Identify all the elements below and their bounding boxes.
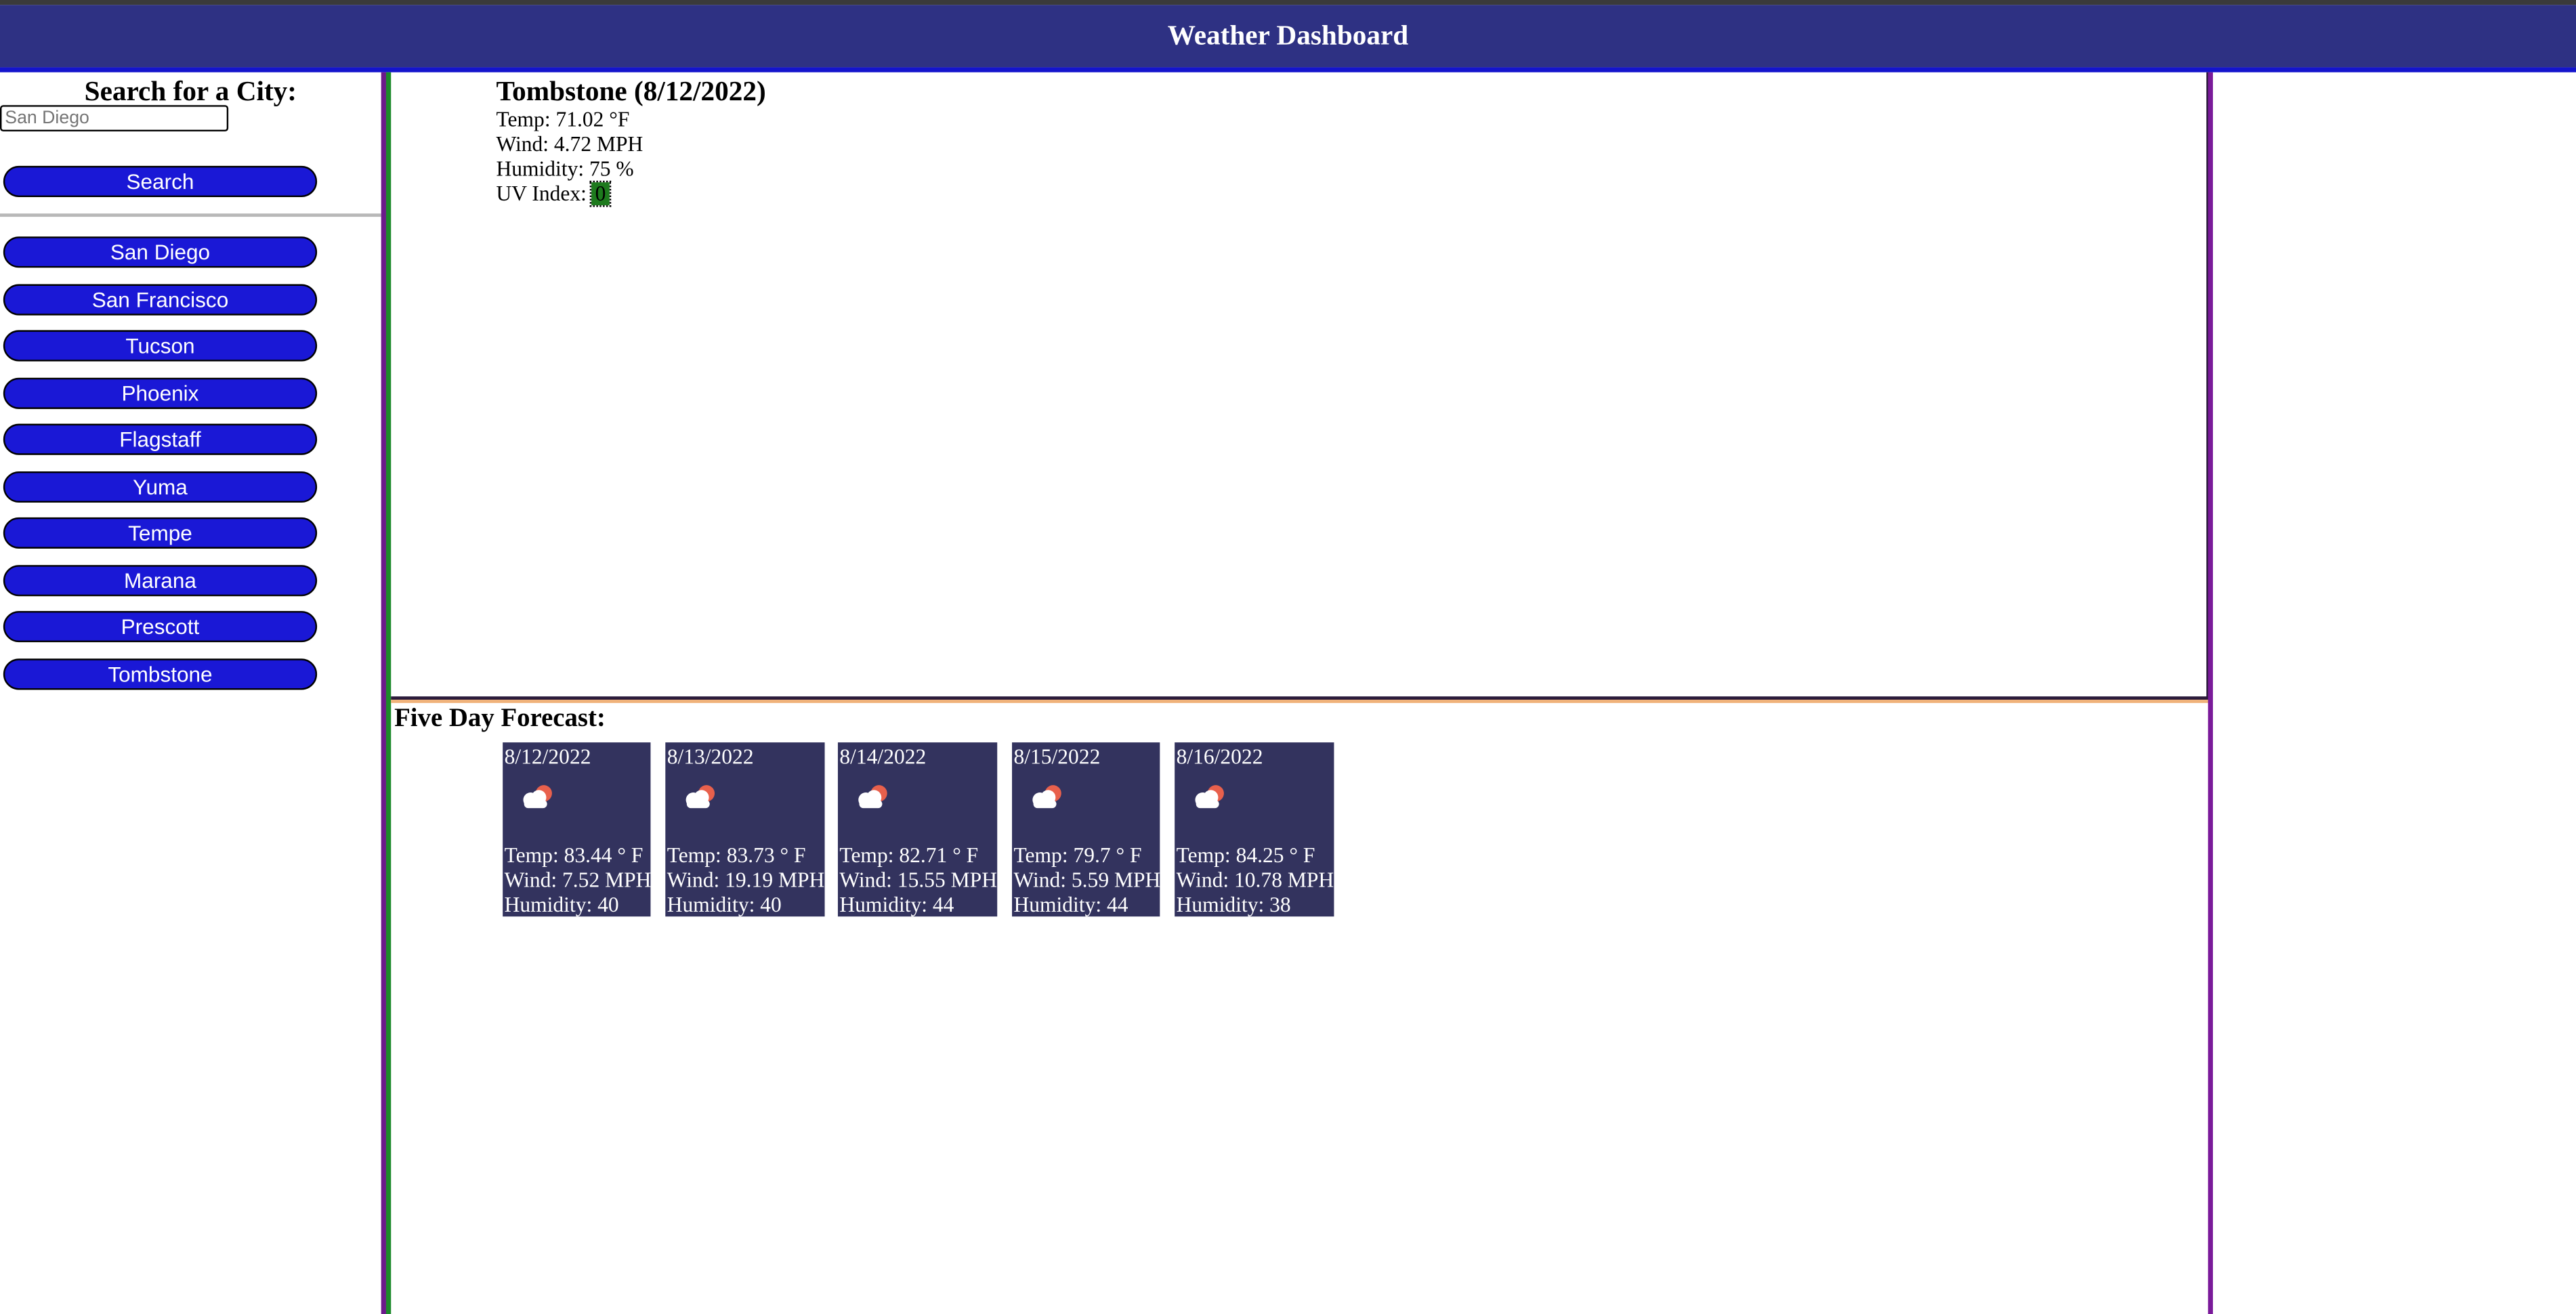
forecast-wind: Wind: 5.59 MPH [1013,867,1160,892]
uv-label: UV Index: [496,180,592,206]
partly-cloudy-icon [1195,785,1224,809]
city-button-label: Tucson [125,333,195,358]
partly-cloudy-icon [523,785,552,809]
city-button-yuma[interactable]: Yuma [3,471,318,503]
forecast-humidity: Humidity: 44 [1013,891,1128,917]
content-left-border [385,72,392,1314]
current-wind: Wind: 4.72 MPH [496,131,643,156]
city-button-label: Yuma [133,474,188,500]
city-button-marana[interactable]: Marana [3,565,318,597]
search-button-label: Search [126,169,194,194]
forecast-wind: Wind: 15.55 MPH [839,867,997,892]
city-button-tombstone[interactable]: Tombstone [3,658,318,690]
current-weather-panel: Tombstone (8/12/2022) Temp: 71.02 °F Win… [391,72,2210,700]
sidebar-border [381,72,386,1314]
forecast-temp: Temp: 82.71 ° F [839,843,979,868]
city-button-tucson[interactable]: Tucson [3,330,318,362]
partly-cloudy-icon [685,785,715,809]
forecast-date: 8/16/2022 [1176,744,1263,769]
forecast-temp: Temp: 84.25 ° F [1176,843,1315,868]
city-button-label: Tempe [128,520,192,546]
city-search-input[interactable] [0,105,229,131]
current-humidity: Humidity: 75 % [496,156,634,181]
forecast-date: 8/14/2022 [839,744,927,769]
city-button-label: Prescott [121,614,200,639]
city-button-san-diego[interactable]: San Diego [3,236,318,268]
partly-cloudy-icon [858,785,887,809]
forecast-wind: Wind: 19.19 MPH [667,867,825,892]
city-button-tempe[interactable]: Tempe [3,517,318,549]
sidebar: Search for a City: Search San Diego San … [0,72,381,1314]
top-strip [0,0,2576,5]
city-button-flagstaff[interactable]: Flagstaff [3,423,318,455]
forecast-date: 8/13/2022 [667,744,754,769]
forecast-card: 8/14/2022 Temp: 82.71 ° F Wind: 15.55 MP… [837,742,998,917]
search-button[interactable]: Search [3,165,318,197]
current-uv: UV Index: 0 [496,180,611,207]
partly-cloudy-icon [1032,785,1061,809]
uv-index-badge: 0 [590,180,611,207]
content-right-border [2208,72,2214,1314]
forecast-card: 8/16/2022 Temp: 84.25 ° F Wind: 10.78 MP… [1175,742,1334,917]
forecast-wind: Wind: 7.52 MPH [504,867,651,892]
search-heading: Search for a City: [84,75,297,107]
city-button-label: Flagstaff [119,427,201,452]
forecast-title: Five Day Forecast: [394,704,606,733]
forecast-temp: Temp: 83.73 ° F [667,843,806,868]
city-button-san-francisco[interactable]: San Francisco [3,284,318,316]
city-button-label: San Francisco [91,287,229,312]
header-divider [0,67,2576,72]
current-temp: Temp: 71.02 °F [496,106,630,131]
forecast-temp: Temp: 83.44 ° F [504,843,643,868]
forecast-humidity: Humidity: 40 [504,891,619,917]
page-header: Weather Dashboard [0,5,2576,68]
page: Weather Dashboard Search for a City: Sea… [0,0,2576,1314]
forecast-humidity: Humidity: 38 [1176,891,1291,917]
city-button-label: Marana [124,568,196,593]
forecast-humidity: Humidity: 40 [667,891,782,917]
forecast-temp: Temp: 79.7 ° F [1013,843,1142,868]
forecast-wind: Wind: 10.78 MPH [1176,867,1334,892]
sidebar-divider [0,213,381,217]
forecast-card: 8/13/2022 Temp: 83.73 ° F Wind: 19.19 MP… [665,742,825,917]
forecast-date: 8/12/2022 [504,744,591,769]
forecast-card: 8/15/2022 Temp: 79.7 ° F Wind: 5.59 MPH … [1012,742,1160,917]
forecast-humidity: Humidity: 44 [839,891,954,917]
forecast-date: 8/15/2022 [1013,744,1101,769]
city-button-label: Phoenix [121,381,199,406]
city-button-phoenix[interactable]: Phoenix [3,377,318,409]
forecast-card: 8/12/2022 Temp: 83.44 ° F Wind: 7.52 MPH… [503,742,651,917]
page-title: Weather Dashboard [1167,20,1409,51]
section-divider [391,700,2210,703]
city-button-label: Tombstone [108,662,213,687]
current-city-title: Tombstone (8/12/2022) [496,75,766,107]
city-button-prescott[interactable]: Prescott [3,611,318,643]
city-button-label: San Diego [110,240,211,265]
